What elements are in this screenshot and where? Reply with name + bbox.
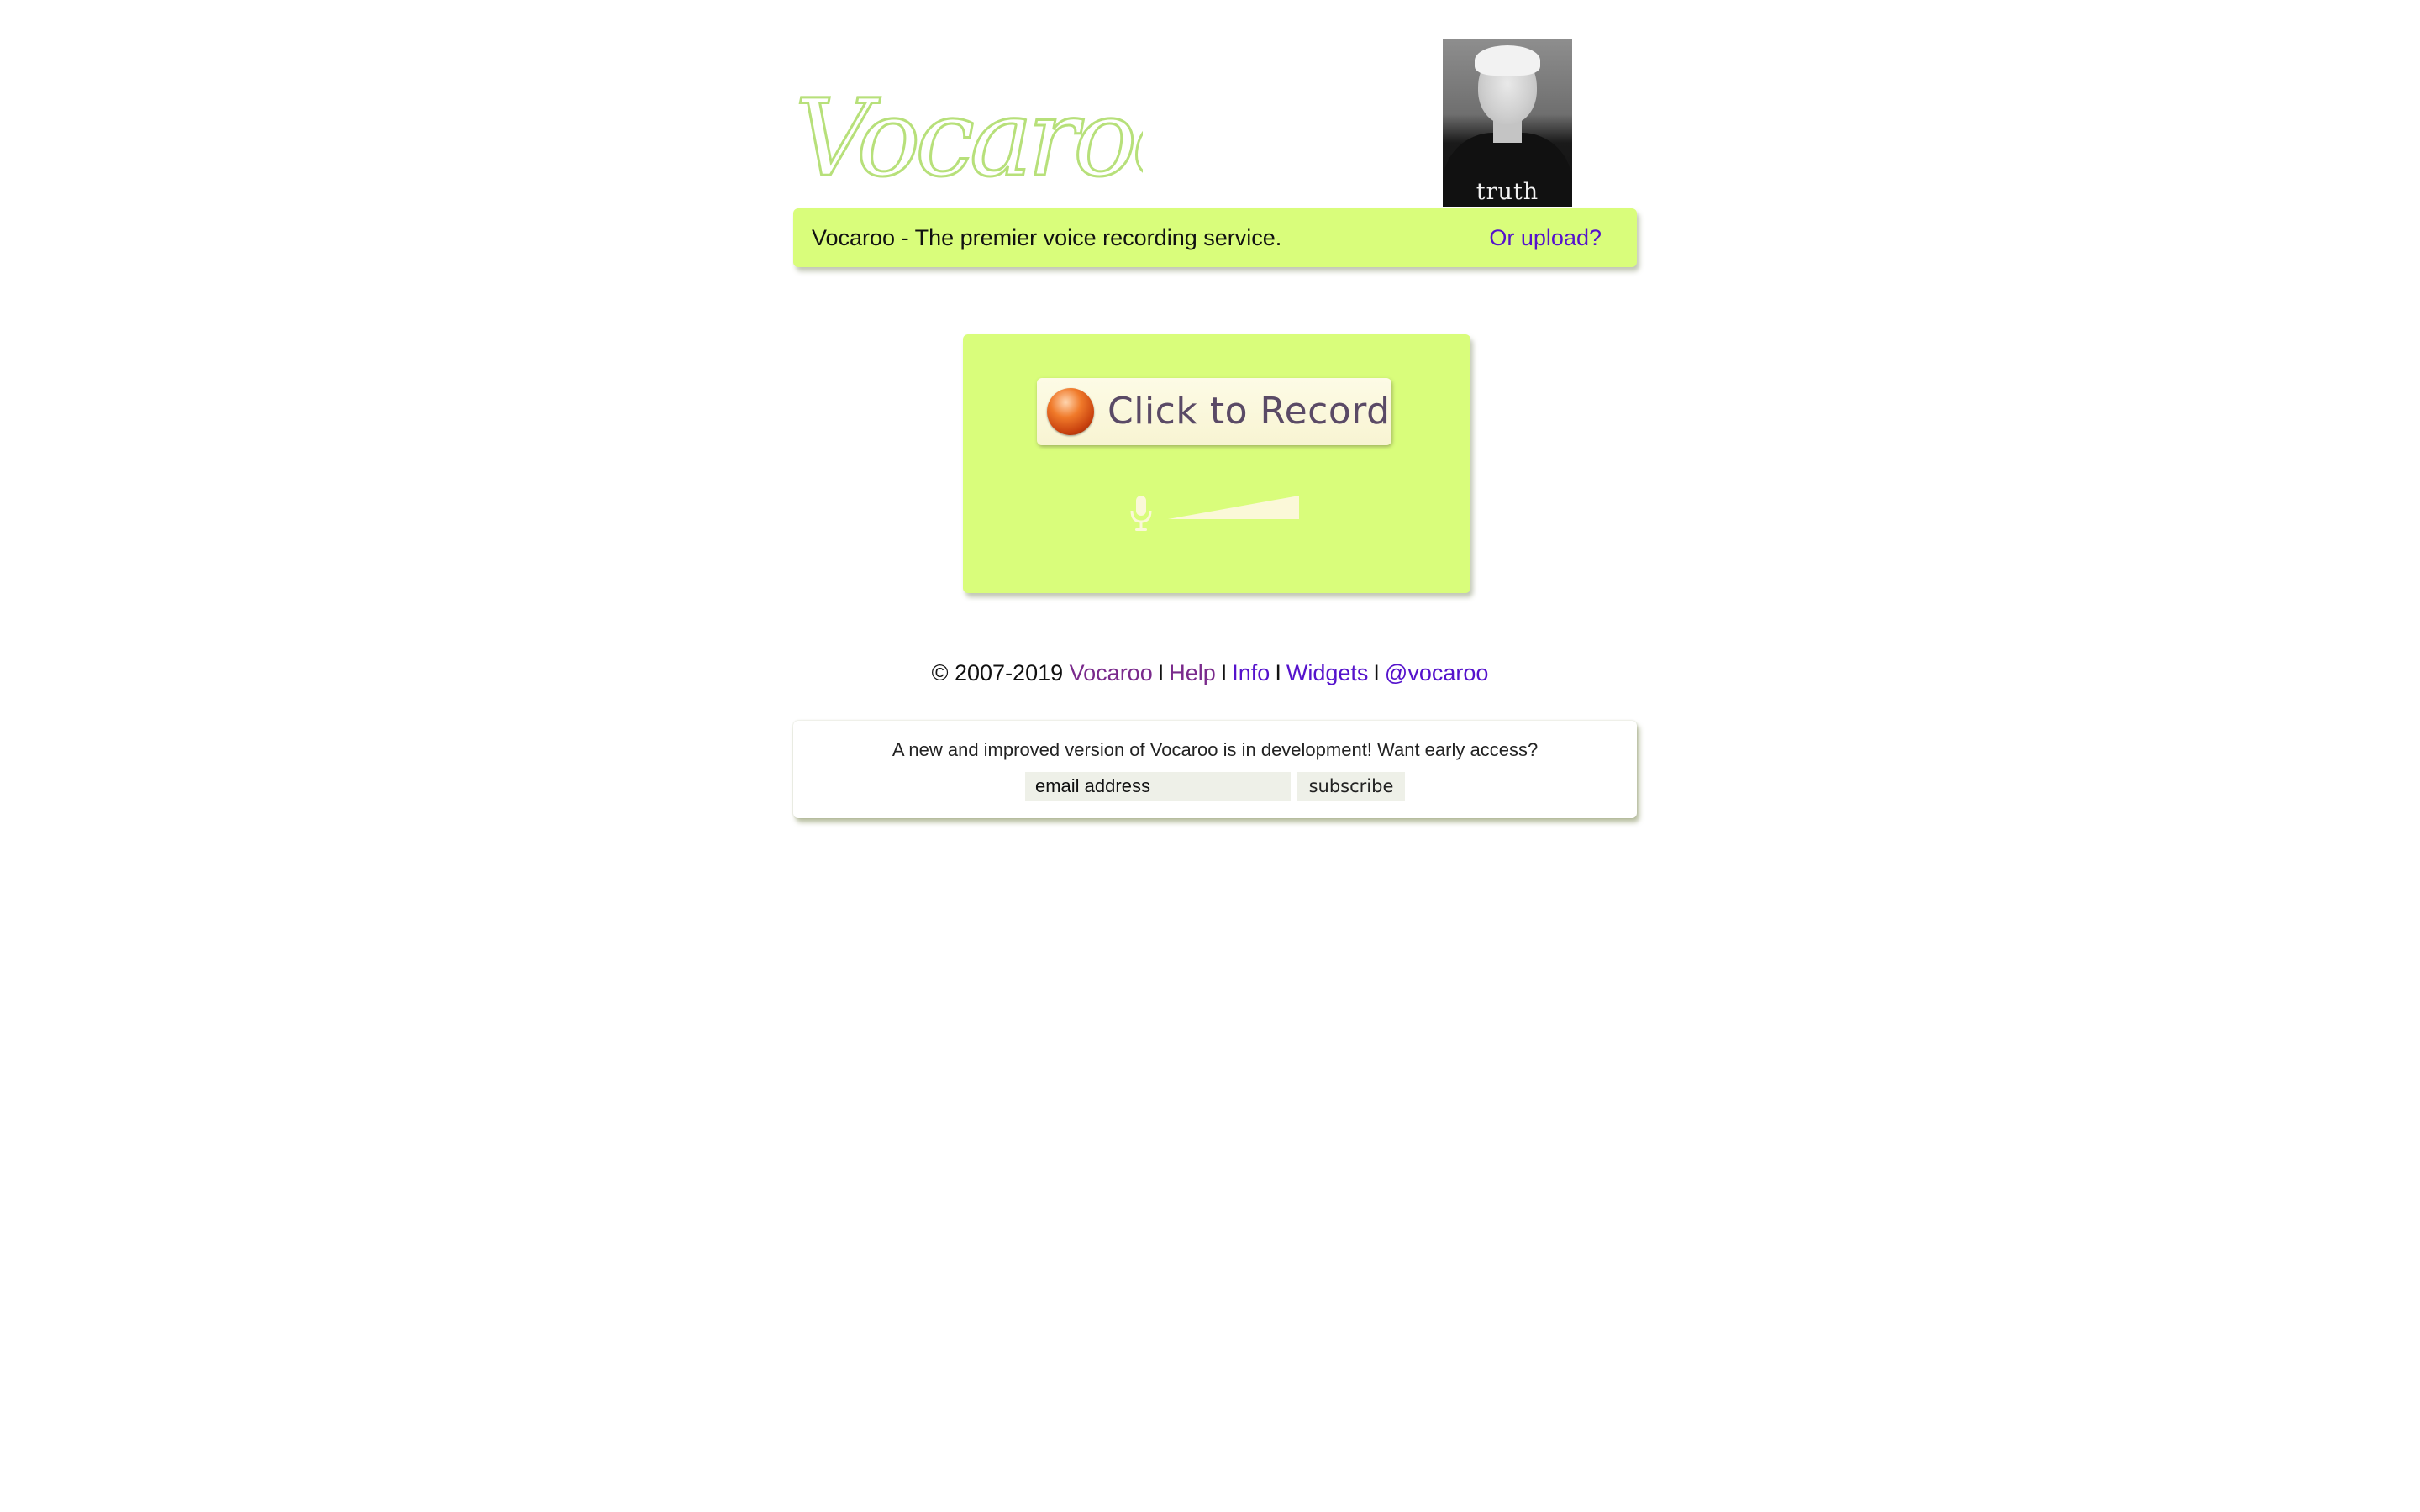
footer-link-twitter[interactable]: @vocaroo (1385, 660, 1488, 685)
footer-separator: I (1157, 660, 1165, 685)
footer-separator: I (1220, 660, 1228, 685)
newsletter-box: A new and improved version of Vocaroo is… (793, 721, 1637, 818)
footer-link-widgets[interactable]: Widgets (1286, 660, 1369, 685)
record-button[interactable]: Click to Record (1037, 378, 1392, 445)
tagline-bar: Vocaroo - The premier voice recording se… (793, 208, 1637, 267)
upload-link[interactable]: Or upload? (1489, 225, 1602, 251)
record-panel: Click to Record (963, 334, 1470, 593)
newsletter-message: A new and improved version of Vocaroo is… (892, 739, 1539, 760)
copyright: © 2007-2019 (931, 660, 1064, 685)
microphone-icon (1130, 496, 1152, 531)
footer-separator: I (1275, 660, 1281, 685)
photo-caption: truth (1476, 179, 1539, 205)
page: Vocaroo truth Vocaroo - The premier voic… (0, 0, 2420, 1512)
subscribe-button[interactable]: subscribe (1297, 772, 1405, 801)
input-level-meter (1168, 496, 1299, 519)
vocaroo-logo[interactable]: Vocaroo (790, 67, 1144, 202)
profile-photo: truth (1443, 39, 1572, 207)
footer-link-info[interactable]: Info (1232, 660, 1270, 685)
record-dot-icon (1047, 388, 1094, 435)
footer-link-vocaroo[interactable]: Vocaroo (1070, 660, 1153, 685)
footer-link-help[interactable]: Help (1169, 660, 1216, 685)
email-input[interactable] (1025, 772, 1291, 801)
svg-text:Vocaroo: Vocaroo (795, 76, 1143, 200)
tagline: Vocaroo - The premier voice recording se… (812, 225, 1282, 250)
record-button-label: Click to Record (1107, 390, 1391, 433)
footer: © 2007-2019 Vocaroo I Help I Info I Widgets I @v… (0, 660, 2420, 686)
footer-separator: I (1373, 660, 1380, 685)
